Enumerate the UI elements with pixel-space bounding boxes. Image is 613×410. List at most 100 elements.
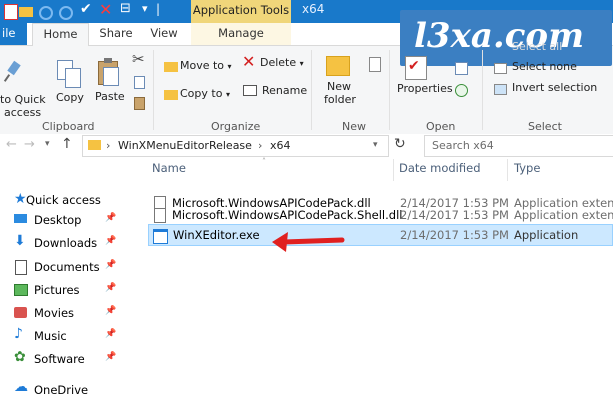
history-icon[interactable] (455, 84, 468, 97)
breadcrumb-separator-icon[interactable]: › (258, 139, 262, 152)
site-logo: l3xa.com (400, 10, 612, 66)
rename-icon[interactable] (243, 84, 257, 96)
edit-icon[interactable] (455, 62, 468, 75)
pin-quick-access-label-2[interactable]: access (4, 106, 41, 119)
column-divider[interactable] (507, 159, 508, 181)
properties-button[interactable]: Properties ▾ (397, 82, 460, 95)
exe-file-icon (153, 228, 168, 244)
ribbon-divider (482, 50, 483, 130)
sidebar-item-pictures[interactable]: Pictures 📌 (0, 280, 148, 300)
contextual-tab-header: Application Tools (191, 0, 291, 23)
checkmark-qa-icon[interactable]: ✔ (80, 1, 94, 18)
cut-icon[interactable]: ✂ (132, 50, 148, 69)
tab-home[interactable]: Home (32, 23, 89, 47)
copy-icon[interactable] (57, 60, 81, 88)
paste-button[interactable]: Paste (95, 90, 125, 103)
delete-icon[interactable]: ✕ (242, 52, 258, 71)
pin-quick-access-label-1[interactable]: to Quick (0, 93, 46, 106)
file-date: 2/14/2017 1:53 PM (400, 228, 509, 242)
cloud-icon: ☁ (14, 379, 28, 395)
invert-selection-icon[interactable] (494, 84, 507, 95)
breadcrumb-item[interactable]: WinXMenuEditorRelease (118, 139, 252, 152)
new-folder-icon[interactable] (326, 52, 350, 76)
sidebar-item-desktop[interactable]: Desktop 📌 (0, 210, 148, 230)
paste-icon[interactable] (98, 58, 120, 86)
group-clipboard: Clipboard (42, 120, 95, 133)
sidebar-item-label: Pictures (34, 283, 80, 297)
properties-icon[interactable]: ✔ (405, 56, 429, 80)
recent-locations-icon[interactable]: ▾ (45, 139, 55, 149)
new-item-icon[interactable] (368, 57, 382, 72)
rename-button[interactable]: Rename (262, 84, 307, 97)
search-placeholder: Search x64 (432, 139, 494, 152)
pin-icon: 📌 (105, 260, 117, 270)
select-all-button[interactable]: Select all (512, 40, 562, 53)
column-divider[interactable] (393, 159, 394, 181)
table-row[interactable]: Microsoft.WindowsAPICodePack.Shell.dll 2… (148, 205, 613, 225)
new-folder-label-1[interactable]: New (327, 80, 351, 93)
back-icon[interactable]: ← (6, 137, 20, 152)
redo-qa-icon[interactable] (57, 4, 73, 20)
move-to-button[interactable]: Move to ▾ (180, 59, 232, 72)
breadcrumb-separator-icon[interactable]: › (106, 139, 110, 152)
pin-icon: 📌 (105, 213, 117, 223)
new-folder-label-2[interactable]: folder (324, 93, 356, 106)
tab-manage[interactable]: Manage (191, 23, 291, 45)
delete-button[interactable]: Delete ▾ (260, 56, 304, 69)
address-dropdown-icon[interactable]: ▾ (373, 140, 383, 150)
select-none-button[interactable]: Select none (512, 60, 577, 73)
delete-qa-icon[interactable]: ✕ (99, 0, 113, 19)
sidebar-item-label: OneDrive (34, 383, 89, 397)
file-type: Application extens... (514, 208, 613, 222)
sidebar-item-software[interactable]: ✿ Software 📌 (0, 349, 148, 369)
folder-qa-icon[interactable] (19, 4, 33, 18)
select-none-icon[interactable] (494, 63, 507, 74)
column-header-name[interactable]: Name (152, 159, 392, 183)
up-icon[interactable]: ↑ (61, 136, 75, 152)
dll-file-icon (154, 208, 166, 223)
pin-icon: 📌 (105, 352, 117, 362)
sidebar-item-movies[interactable]: Movies 📌 (0, 303, 148, 323)
download-icon: ⬇ (14, 233, 26, 249)
ribbon-divider (389, 50, 390, 130)
ribbon-divider (311, 50, 312, 130)
paste-shortcut-icon[interactable] (132, 96, 146, 110)
pin-icon: 📌 (105, 283, 117, 293)
forward-icon[interactable]: → (24, 137, 38, 152)
sidebar-item-music[interactable]: ♪ Music 📌 (0, 326, 148, 346)
customize-qa-icon[interactable]: ▾ (140, 2, 154, 18)
sidebar-item-quick-access[interactable]: ★ Quick access (0, 190, 148, 210)
documents-icon (14, 260, 28, 275)
move-to-icon[interactable] (164, 60, 178, 72)
group-open: Open (426, 120, 456, 133)
pin-icon[interactable] (3, 60, 21, 84)
table-row-selected[interactable]: WinXEditor.exe 2/14/2017 1:53 PM Applica… (148, 224, 613, 246)
tab-share[interactable]: Share (96, 23, 136, 45)
tab-view[interactable]: View (146, 23, 182, 45)
copy-path-icon[interactable] (132, 75, 146, 89)
rename-qa-icon[interactable]: ⊟ (120, 1, 134, 18)
invert-selection-button[interactable]: Invert selection (512, 81, 597, 94)
copy-to-button[interactable]: Copy to ▾ (180, 87, 230, 100)
sidebar-item-downloads[interactable]: ⬇ Downloads 📌 (0, 233, 148, 253)
refresh-icon[interactable]: ↻ (394, 136, 410, 152)
copy-to-icon[interactable] (164, 88, 178, 100)
desktop-icon (14, 213, 28, 226)
breadcrumb-item[interactable]: x64 (270, 139, 291, 152)
pin-icon: 📌 (105, 306, 117, 316)
column-header-date[interactable]: Date modified (399, 159, 504, 183)
tab-file[interactable]: ile (0, 23, 27, 45)
sidebar-item-label: Quick access (26, 193, 101, 207)
sidebar-item-documents[interactable]: Documents 📌 (0, 257, 148, 277)
window-title: x64 (302, 2, 325, 16)
ribbon-divider (153, 50, 154, 130)
movies-icon (14, 306, 28, 319)
copy-button[interactable]: Copy (56, 91, 84, 104)
sidebar-item-label: Movies (34, 306, 75, 320)
sidebar-item-onedrive[interactable]: ☁ OneDrive (0, 379, 148, 400)
undo-qa-icon[interactable] (37, 4, 53, 20)
group-new: New (342, 120, 366, 133)
properties-qa-icon[interactable] (4, 4, 18, 20)
pin-icon: 📌 (105, 236, 117, 246)
column-header-type[interactable]: Type (514, 159, 613, 183)
